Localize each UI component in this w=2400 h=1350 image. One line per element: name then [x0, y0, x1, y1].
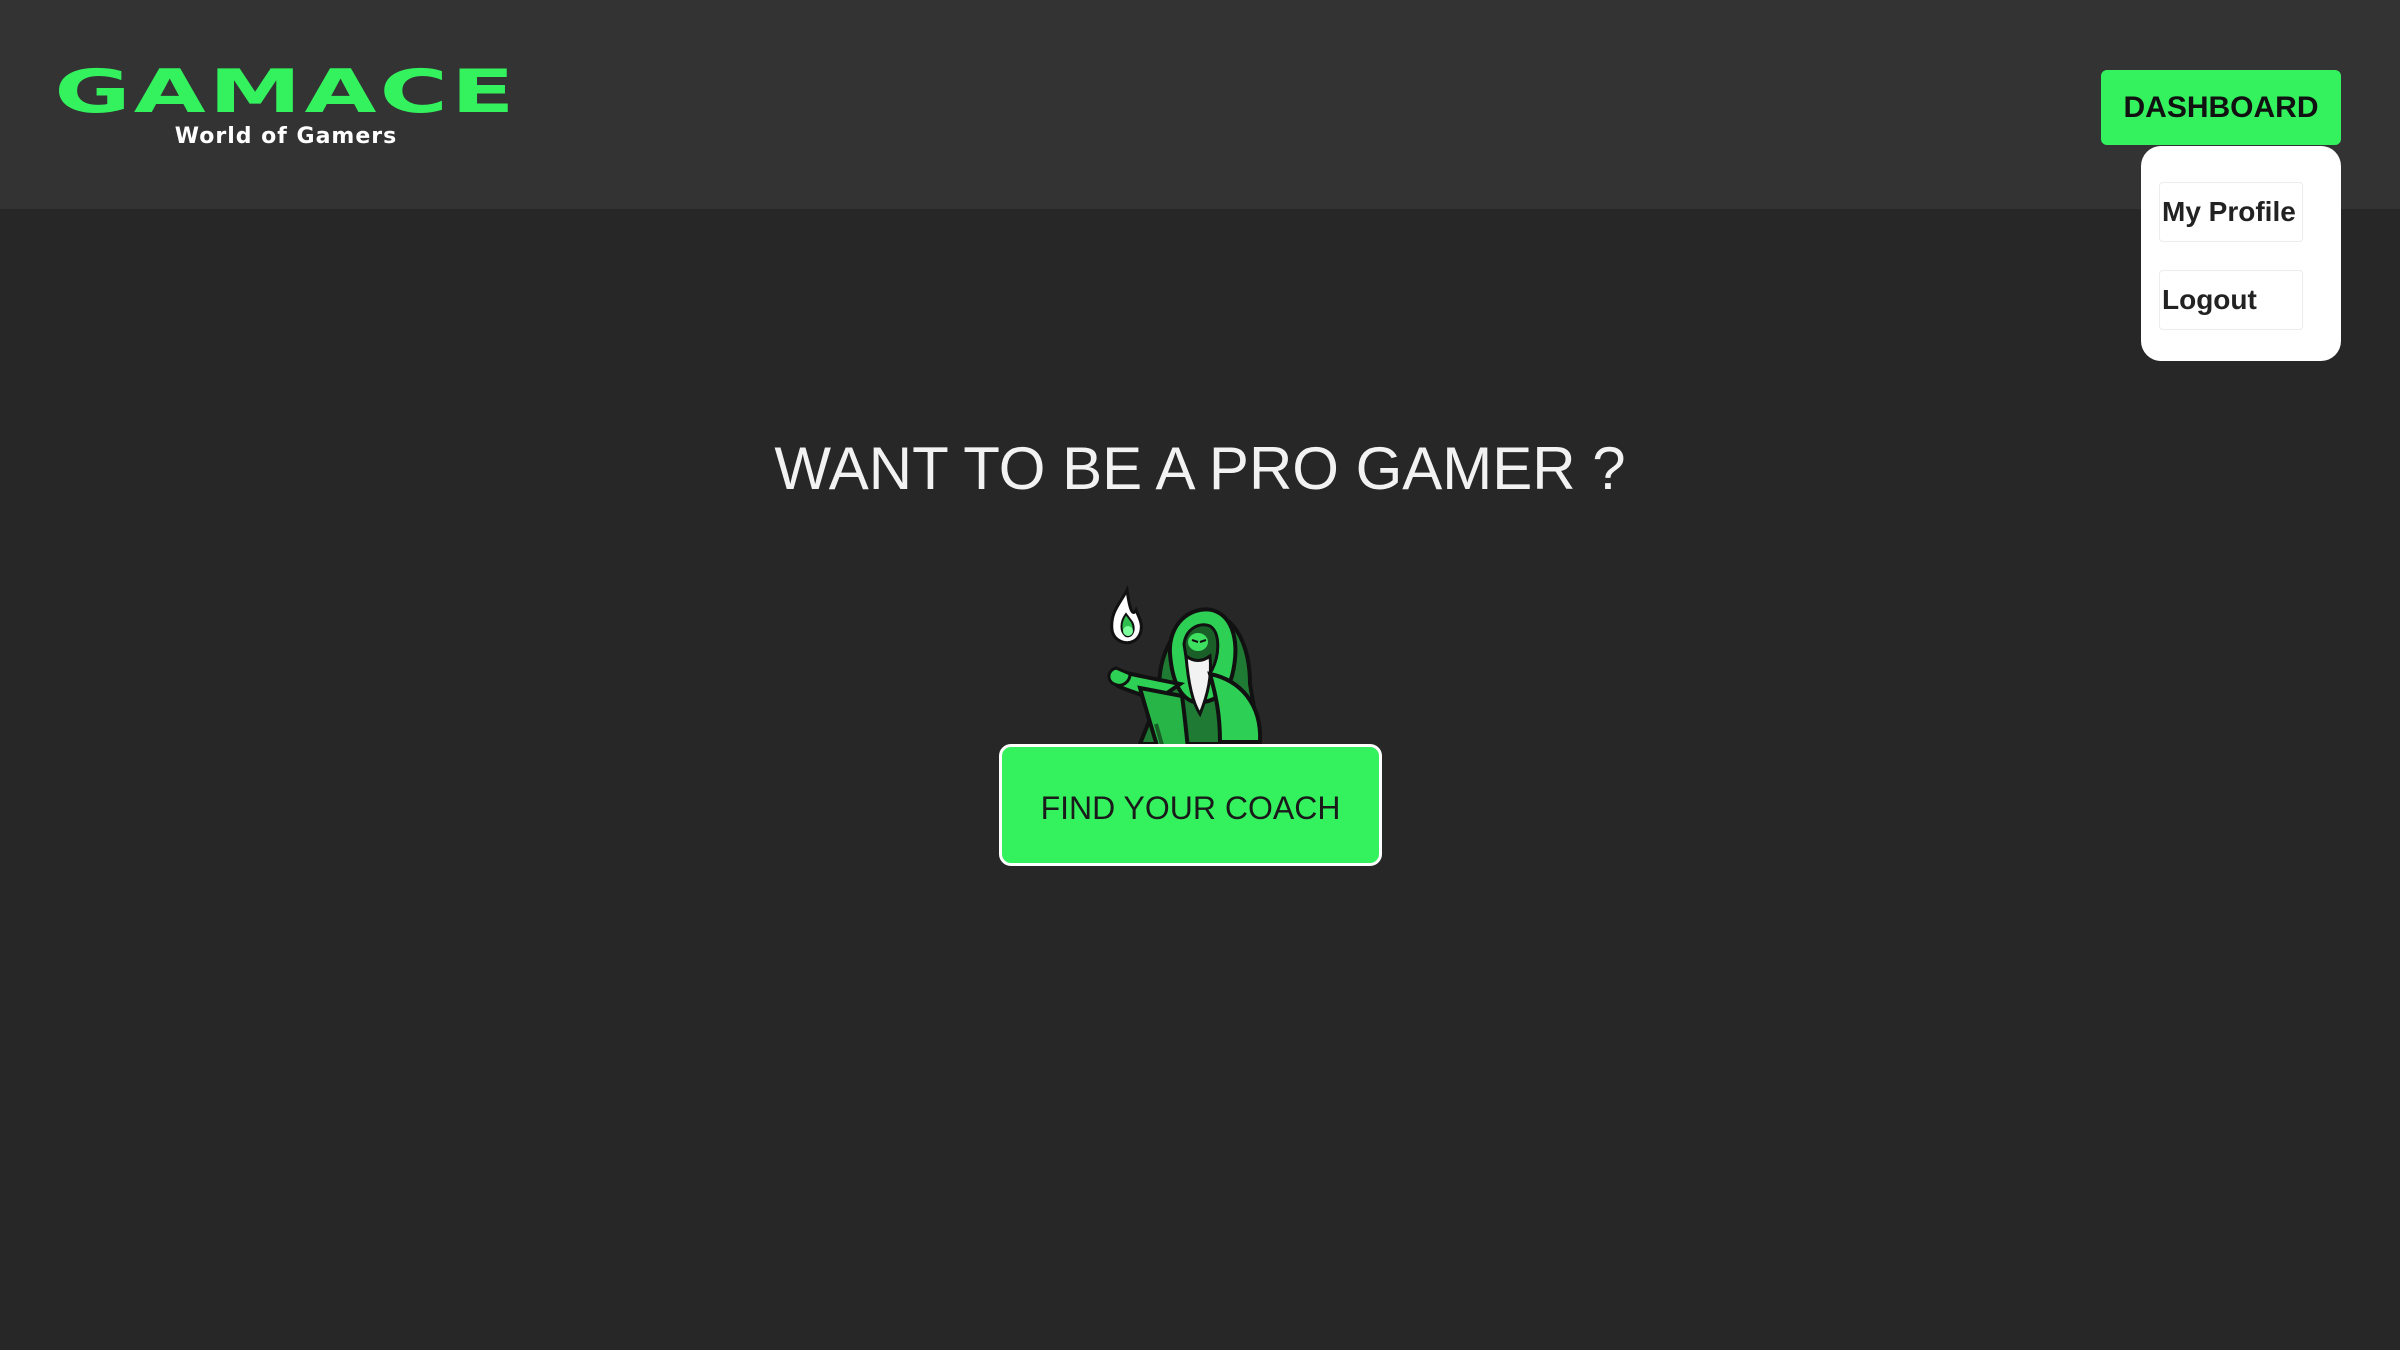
hero-heading: WANT TO BE A PRO GAMER ?: [774, 435, 1626, 502]
my-profile-menu-item[interactable]: My Profile: [2159, 182, 2303, 242]
logout-menu-item[interactable]: Logout: [2159, 270, 2303, 330]
logo-title: GAMACE: [54, 57, 518, 127]
brand-logo[interactable]: GAMACE World of Gamers: [54, 58, 514, 158]
dashboard-button[interactable]: DASHBOARD: [2101, 70, 2341, 145]
dashboard-dropdown-menu: My Profile Logout: [2141, 146, 2341, 361]
logo-subtitle: World of Gamers: [174, 124, 398, 149]
site-header: GAMACE World of Gamers: [0, 0, 2400, 209]
find-your-coach-button[interactable]: FIND YOUR COACH: [999, 744, 1382, 866]
